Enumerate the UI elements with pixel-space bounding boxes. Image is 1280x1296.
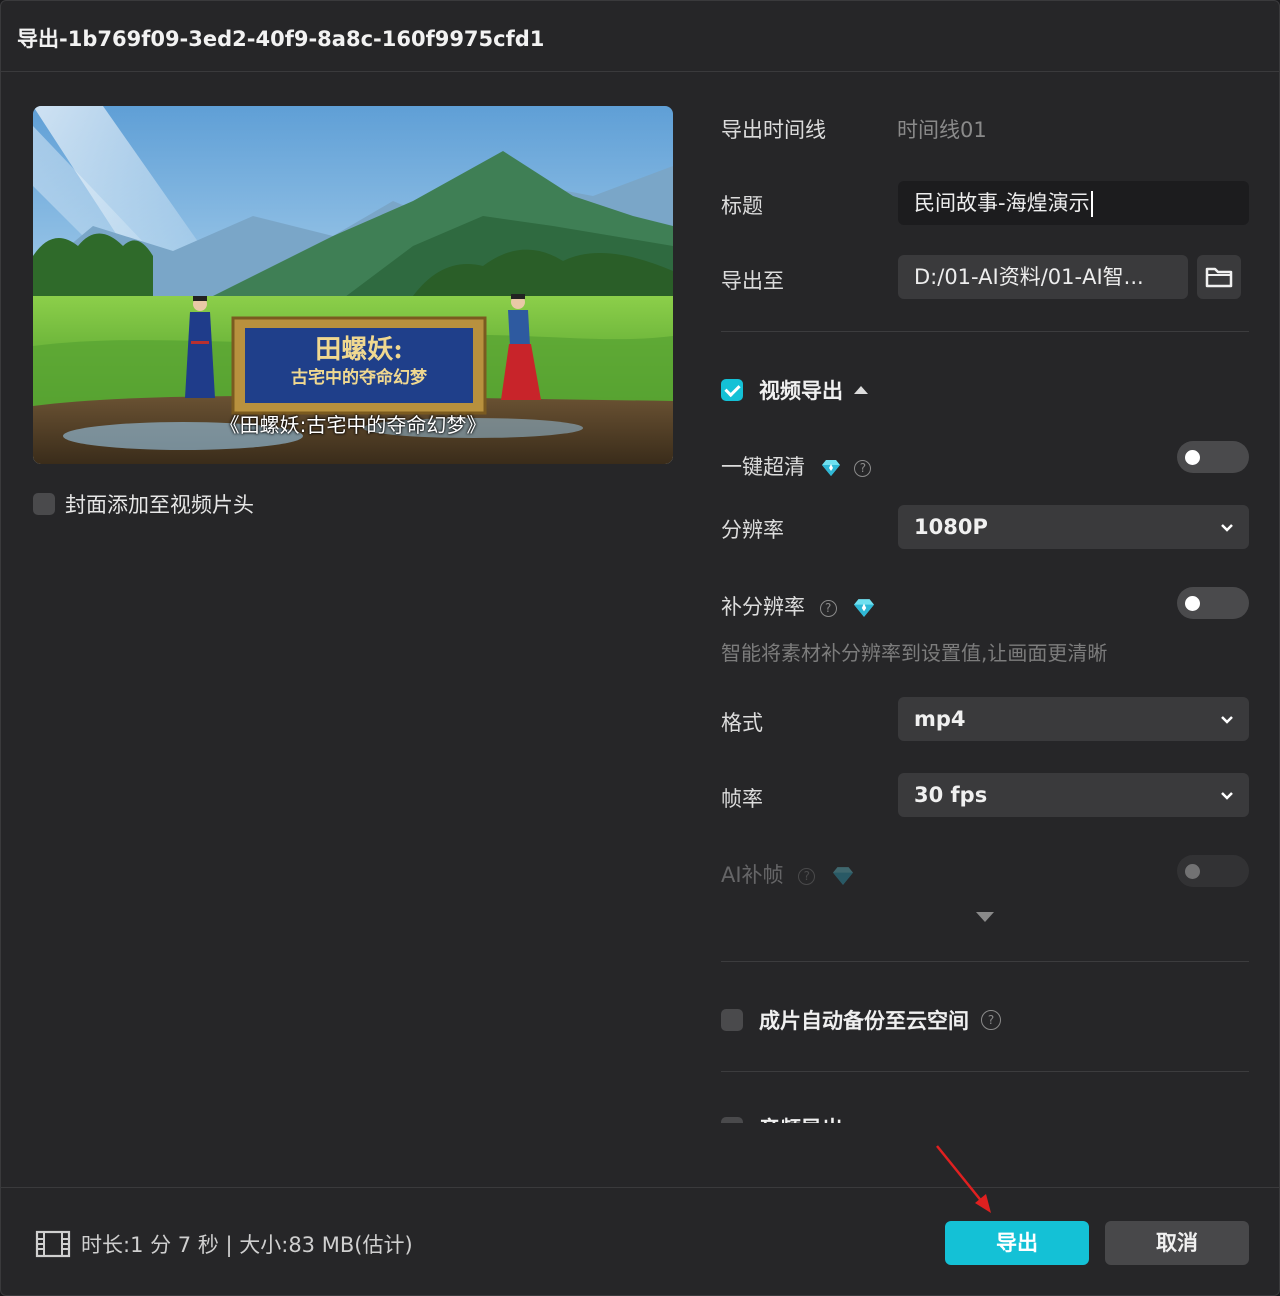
title-input[interactable]: 民间故事-海煌演示 — [898, 181, 1249, 225]
annotation-arrow — [936, 1145, 991, 1213]
video-export-label: 视频导出 — [759, 379, 843, 403]
folder-icon — [1205, 267, 1233, 288]
export-info-text: 时长:1 分 7 秒 | 大小:83 MB(估计) — [81, 1233, 413, 1257]
video-export-checkbox[interactable] — [721, 379, 743, 401]
divider — [721, 331, 1249, 332]
preview-subtitle: 《田螺妖:古宅中的夺命幻梦》 — [219, 413, 487, 437]
timeline-label: 导出时间线 — [721, 118, 826, 142]
sign-subtitle: 古宅中的夺命幻梦 — [291, 367, 428, 388]
help-icon[interactable]: ? — [854, 459, 872, 477]
format-value: mp4 — [914, 707, 966, 731]
toggle-knob — [1185, 864, 1200, 879]
cloud-backup-row[interactable]: 成片自动备份至云空间 ? — [721, 1005, 1001, 1035]
one-click-hd-label: 一键超清 — [721, 455, 805, 479]
cloud-backup-checkbox[interactable] — [721, 1009, 743, 1031]
export-dialog: 导出-1b769f09-3ed2-40f9-8a8c-160f9975cfd1 — [0, 0, 1280, 1296]
video-export-header[interactable]: 视频导出 — [721, 375, 869, 405]
footer-divider — [1, 1187, 1279, 1188]
export-path-input[interactable]: D:/01-AI资料/01-AI智... — [898, 255, 1188, 299]
super-res-row: 补分辨率 ? — [721, 591, 877, 621]
title-input-value: 民间故事-海煌演示 — [914, 191, 1090, 215]
diamond-vip-icon — [854, 599, 875, 617]
audio-export-label: 音频导出 — [759, 1113, 843, 1123]
super-res-toggle[interactable] — [1177, 587, 1249, 619]
divider — [721, 1071, 1249, 1072]
dialog-title: 导出-1b769f09-3ed2-40f9-8a8c-160f9975cfd1 — [17, 27, 545, 51]
film-icon — [35, 1230, 71, 1258]
help-icon[interactable]: ? — [981, 1010, 1001, 1030]
export-info: 时长:1 分 7 秒 | 大小:83 MB(估计) — [35, 1229, 413, 1259]
chevron-down-icon — [1221, 524, 1233, 532]
browse-folder-button[interactable] — [1197, 255, 1241, 299]
toggle-knob — [1185, 450, 1200, 465]
one-click-hd-row: 一键超清 ? — [721, 451, 872, 481]
export-to-label: 导出至 — [721, 269, 784, 293]
title-label: 标题 — [721, 194, 763, 218]
one-click-hd-toggle[interactable] — [1177, 441, 1249, 473]
ai-frame-row: AI补帧 ? — [721, 859, 856, 889]
framerate-value: 30 fps — [914, 783, 988, 807]
resolution-value: 1080P — [914, 515, 988, 539]
cover-checkbox-label: 封面添加至视频片头 — [65, 493, 254, 517]
sign-title: 田螺妖: — [315, 335, 403, 365]
format-label: 格式 — [721, 711, 763, 735]
ai-frame-label: AI补帧 — [721, 863, 784, 887]
super-res-hint: 智能将素材补分辨率到设置值,让画面更清晰 — [721, 641, 1108, 665]
help-icon[interactable]: ? — [798, 867, 816, 885]
framerate-select[interactable]: 30 fps — [898, 773, 1249, 817]
expand-more-icon[interactable] — [975, 911, 995, 923]
resolution-select[interactable]: 1080P — [898, 505, 1249, 549]
format-select[interactable]: mp4 — [898, 697, 1249, 741]
video-preview: 田螺妖: 古宅中的夺命幻梦 《田螺妖:古宅中的夺命幻梦》 — [33, 106, 673, 464]
cover-checkbox[interactable] — [33, 493, 55, 515]
title-bar: 导出-1b769f09-3ed2-40f9-8a8c-160f9975cfd1 — [1, 1, 1279, 72]
chevron-down-icon — [1221, 716, 1233, 724]
cover-to-intro-option[interactable]: 封面添加至视频片头 — [33, 489, 254, 519]
divider — [721, 961, 1249, 962]
resolution-label: 分辨率 — [721, 518, 784, 542]
diamond-vip-icon — [832, 867, 853, 885]
diamond-vip-icon — [821, 460, 840, 476]
cancel-button[interactable]: 取消 — [1105, 1221, 1249, 1265]
chevron-down-icon — [1221, 792, 1233, 800]
text-caret — [1090, 191, 1093, 217]
export-button[interactable]: 导出 — [945, 1221, 1089, 1265]
framerate-label: 帧率 — [721, 787, 763, 811]
collapse-caret-icon[interactable] — [853, 384, 869, 396]
cloud-backup-label: 成片自动备份至云空间 — [759, 1009, 969, 1033]
super-res-label: 补分辨率 — [721, 595, 805, 619]
toggle-knob — [1185, 596, 1200, 611]
timeline-value: 时间线01 — [897, 118, 987, 142]
audio-export-checkbox[interactable] — [721, 1117, 743, 1123]
ai-frame-toggle[interactable] — [1177, 855, 1249, 887]
audio-export-row[interactable]: 音频导出 — [721, 1113, 1249, 1123]
help-icon[interactable]: ? — [819, 599, 837, 617]
